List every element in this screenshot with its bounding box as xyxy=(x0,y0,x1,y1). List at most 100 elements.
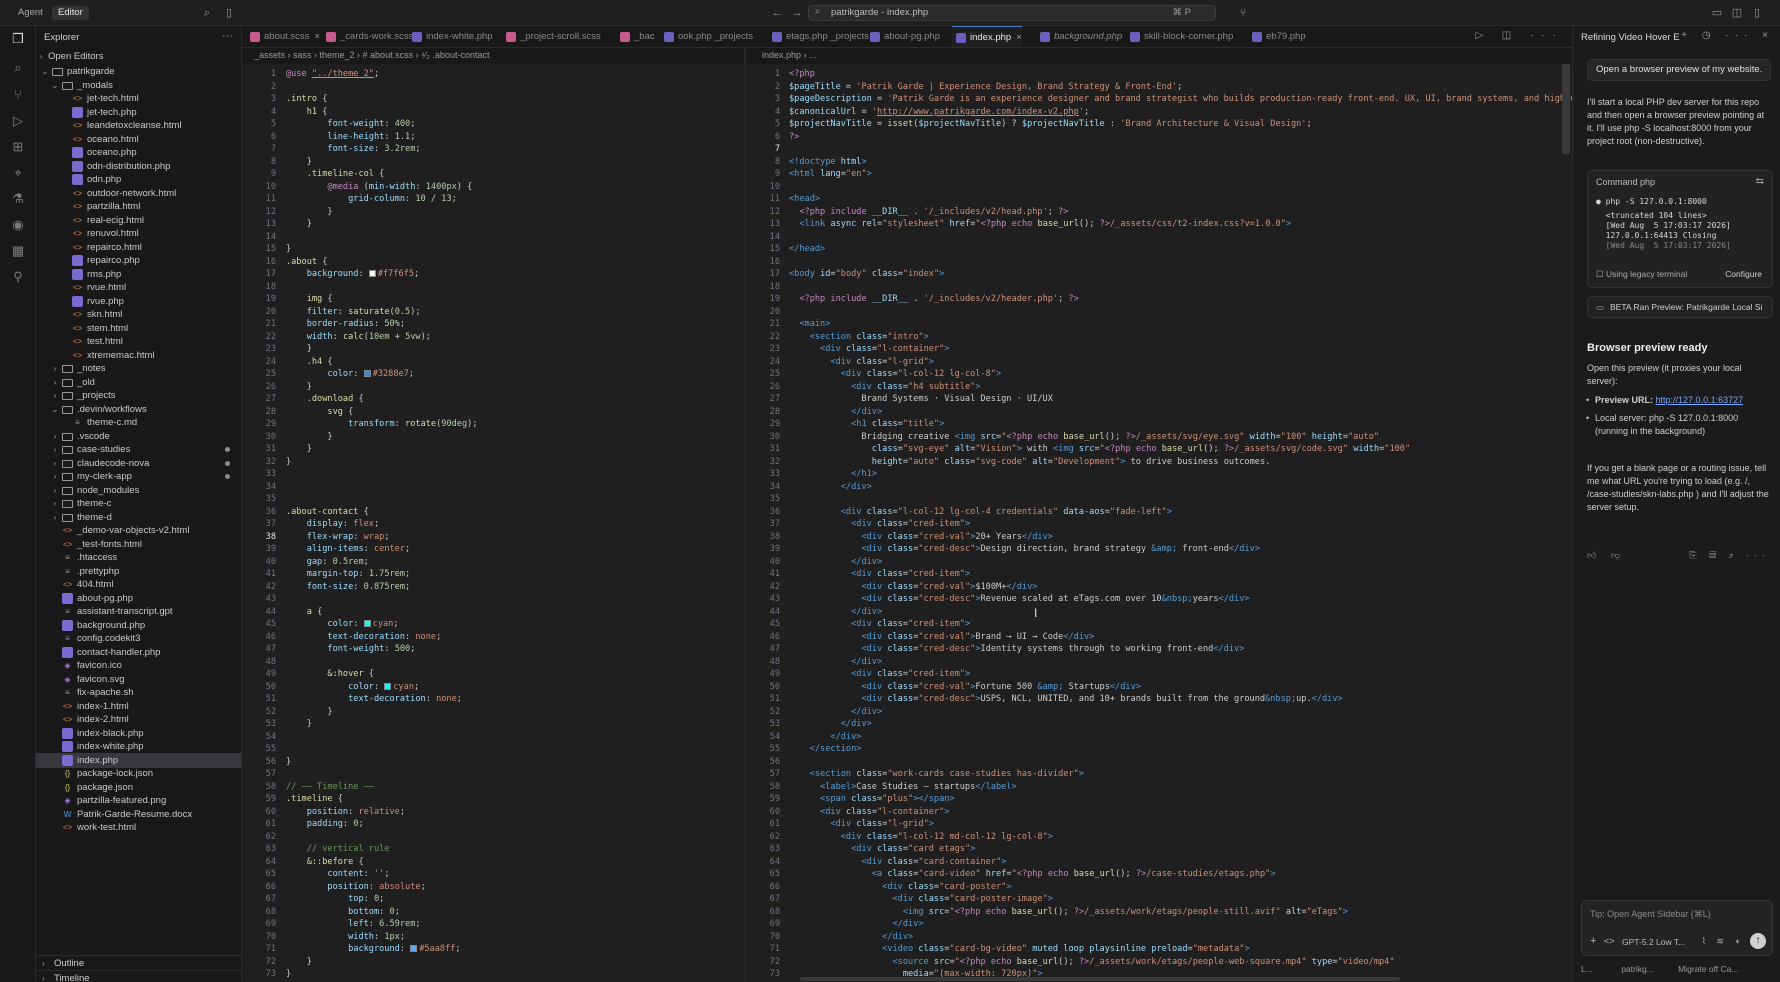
model-selector[interactable]: GPT-5.2 Low T... xyxy=(1622,937,1685,947)
layout-icon[interactable]: ◫ xyxy=(1730,6,1744,20)
html-file-icon: <> xyxy=(72,350,83,360)
folder-icon xyxy=(62,81,73,90)
source-control-icon[interactable]: ⑂ xyxy=(1236,6,1250,20)
line-number: 33 xyxy=(769,469,780,479)
testing-icon[interactable]: ⚗ xyxy=(9,190,27,208)
tree-file[interactable]: <> work-test.html xyxy=(36,820,241,835)
editor-mode-button[interactable]: Editor xyxy=(52,6,89,20)
code-text: </div> xyxy=(882,931,914,942)
grid-icon[interactable]: ▦ xyxy=(9,242,27,260)
code-icon[interactable]: <> xyxy=(1604,936,1615,946)
code-text: } xyxy=(286,719,312,729)
forward-arrow-icon[interactable]: → xyxy=(790,6,804,20)
code-text: font-weight: 400; xyxy=(327,119,416,129)
html-file-icon: <> xyxy=(72,121,83,130)
html-file-icon: <> xyxy=(72,134,83,144)
back-arrow-icon[interactable]: ← xyxy=(770,6,784,20)
search-icon[interactable]: ⌕ xyxy=(9,59,27,77)
editor-index-php[interactable]: 1 <?php 2 $pageTitle = 'Patrik Garde | Expe… xyxy=(746,64,1572,982)
close-icon[interactable]: × xyxy=(1016,32,1022,43)
json-file-icon: {} xyxy=(64,782,71,792)
line-number: 3 xyxy=(774,94,780,104)
tab-skill-block-corner-php[interactable]: skill-block-corner.php xyxy=(1126,26,1233,47)
code-text: <div class="h4 subtitle"> xyxy=(851,381,981,392)
editor-actions-icons[interactable]: ▷ ◫ ··· xyxy=(1475,30,1564,41)
code-text: img { xyxy=(306,294,333,304)
timeline-section[interactable]: › Timeline xyxy=(36,970,241,982)
tab-eb79-php[interactable]: eb79.php xyxy=(1248,26,1306,47)
code-text: font-size: 3.2rem; xyxy=(327,144,421,154)
expand-icon[interactable]: ⇆ xyxy=(1756,176,1764,187)
editor-scrollbar[interactable] xyxy=(1562,64,1570,154)
preview-url-link[interactable]: http://127.0.0.1:63727 xyxy=(1656,395,1744,405)
line-number: 33 xyxy=(265,469,276,479)
footer-task[interactable]: Migrate off Ca... xyxy=(1678,964,1738,974)
browser-icon[interactable]: ◉ xyxy=(9,216,27,234)
html-file-icon: <> xyxy=(72,283,83,292)
img-file-icon: ◈ xyxy=(64,674,71,684)
explorer-title: Explorer xyxy=(44,32,80,43)
breadcrumb-left[interactable]: _assets › sass › theme_2 › # about.scss … xyxy=(254,50,489,64)
line-number: 73 xyxy=(769,969,780,979)
code-text: align-items: center; xyxy=(306,544,411,554)
search-icon[interactable]: ⌕ xyxy=(200,6,214,20)
footer-project[interactable]: patrikg... xyxy=(1621,964,1654,974)
command-center-search[interactable]: ⌕ patrikgarde - index.php ⌘ P xyxy=(808,5,1216,21)
code-text: <div class="cred-desc">Revenue scaled at… xyxy=(861,594,1250,604)
tab--project-scroll-scss[interactable]: _project-scroll.scss xyxy=(502,26,601,47)
chat-header-actions[interactable]: + ◷ ··· × xyxy=(1681,30,1774,41)
html-file-icon: <> xyxy=(72,215,83,225)
chat-input-box[interactable]: Tip: Open Agent Sidebar (⌘L) + <> GPT-5.… xyxy=(1581,900,1773,956)
tab-background-php[interactable]: background.php xyxy=(1036,26,1122,47)
modified-dot xyxy=(225,447,230,452)
preview-tool-box[interactable]: ▭ BETA Ran Preview: Patrikgarde Local Si xyxy=(1587,296,1773,318)
code-text: class="svg-eye" alt="Vision"> with <img … xyxy=(871,444,1411,454)
tab-index-white-php[interactable]: index-white.php xyxy=(408,26,493,47)
line-number: 44 xyxy=(769,606,780,617)
line-number: 37 xyxy=(769,519,780,529)
feedback-icons[interactable]: 👍︎ 👎︎ xyxy=(1587,550,1626,561)
close-icon[interactable]: × xyxy=(314,31,320,42)
add-context-icon[interactable]: + xyxy=(1590,935,1596,947)
line-number: 27 xyxy=(769,394,780,404)
tab-about-pg-php[interactable]: about-pg.php xyxy=(866,26,940,47)
flask-icon[interactable]: ⚲ xyxy=(9,268,27,286)
line-number: 1 xyxy=(270,69,276,79)
tab-etags-php-projects[interactable]: etags.php _projects xyxy=(768,26,869,47)
legacy-terminal-toggle[interactable]: ☐ Using legacy terminal xyxy=(1596,269,1687,280)
tab-index-php[interactable]: index.php × xyxy=(952,26,1022,47)
code-text: <div class="l-col-12 md-col-12 lg-col-8"… xyxy=(840,831,1053,842)
agent-mode-button[interactable]: Agent xyxy=(12,6,49,20)
line-number: 45 xyxy=(265,619,276,629)
open-editors-section[interactable]: › Open Editors xyxy=(36,49,241,64)
send-icon[interactable]: ↑ xyxy=(1750,933,1766,949)
configure-link[interactable]: Configure xyxy=(1725,269,1762,279)
php-file-icon xyxy=(72,295,83,307)
remote-icon[interactable]: ⌖ xyxy=(9,164,27,182)
more-actions-icon[interactable]: ··· xyxy=(222,30,233,42)
sidebar-right-icon[interactable]: ▯ xyxy=(1750,6,1764,20)
input-tools-icons[interactable]: ⌇ ≋ ◖ xyxy=(1702,936,1744,947)
run-debug-icon[interactable]: ▷ xyxy=(9,112,27,130)
line-number: 56 xyxy=(769,756,780,767)
horizontal-scrollbar[interactable] xyxy=(800,977,1400,981)
tab-about-scss[interactable]: about.scss × xyxy=(246,26,320,47)
folder-icon xyxy=(62,513,73,522)
tab--bac[interactable]: _bac xyxy=(616,26,655,47)
tab--cards-work-scss[interactable]: _cards-work.scss xyxy=(322,26,413,47)
message-actions[interactable]: ⎘ ▤ ⤴ ··· xyxy=(1689,550,1770,561)
html-file-icon: <> xyxy=(72,188,83,198)
explorer-icon[interactable]: ❐ xyxy=(9,30,27,48)
outline-section[interactable]: › Outline xyxy=(36,955,241,970)
breadcrumb-right[interactable]: index.php › ... xyxy=(762,50,817,64)
code-text: <div class="l-container"> xyxy=(820,806,950,817)
code-text: } xyxy=(286,456,292,467)
extensions-icon[interactable]: ⊞ xyxy=(9,138,27,156)
line-number: 7 xyxy=(270,144,276,154)
footer-tab[interactable]: L... xyxy=(1581,964,1593,974)
editor-about-scss[interactable]: 1 @use "../theme_2"; 2 3 .intro {4 h1 {5 fon… xyxy=(242,64,744,982)
tab-ook-php-projects[interactable]: ook.php _projects xyxy=(660,26,753,47)
toggle-sidebar-icon[interactable]: ▯ xyxy=(222,6,236,20)
source-control-icon[interactable]: ⑂ xyxy=(9,86,27,104)
panel-toggle-icon[interactable]: ▭ xyxy=(1710,6,1724,20)
